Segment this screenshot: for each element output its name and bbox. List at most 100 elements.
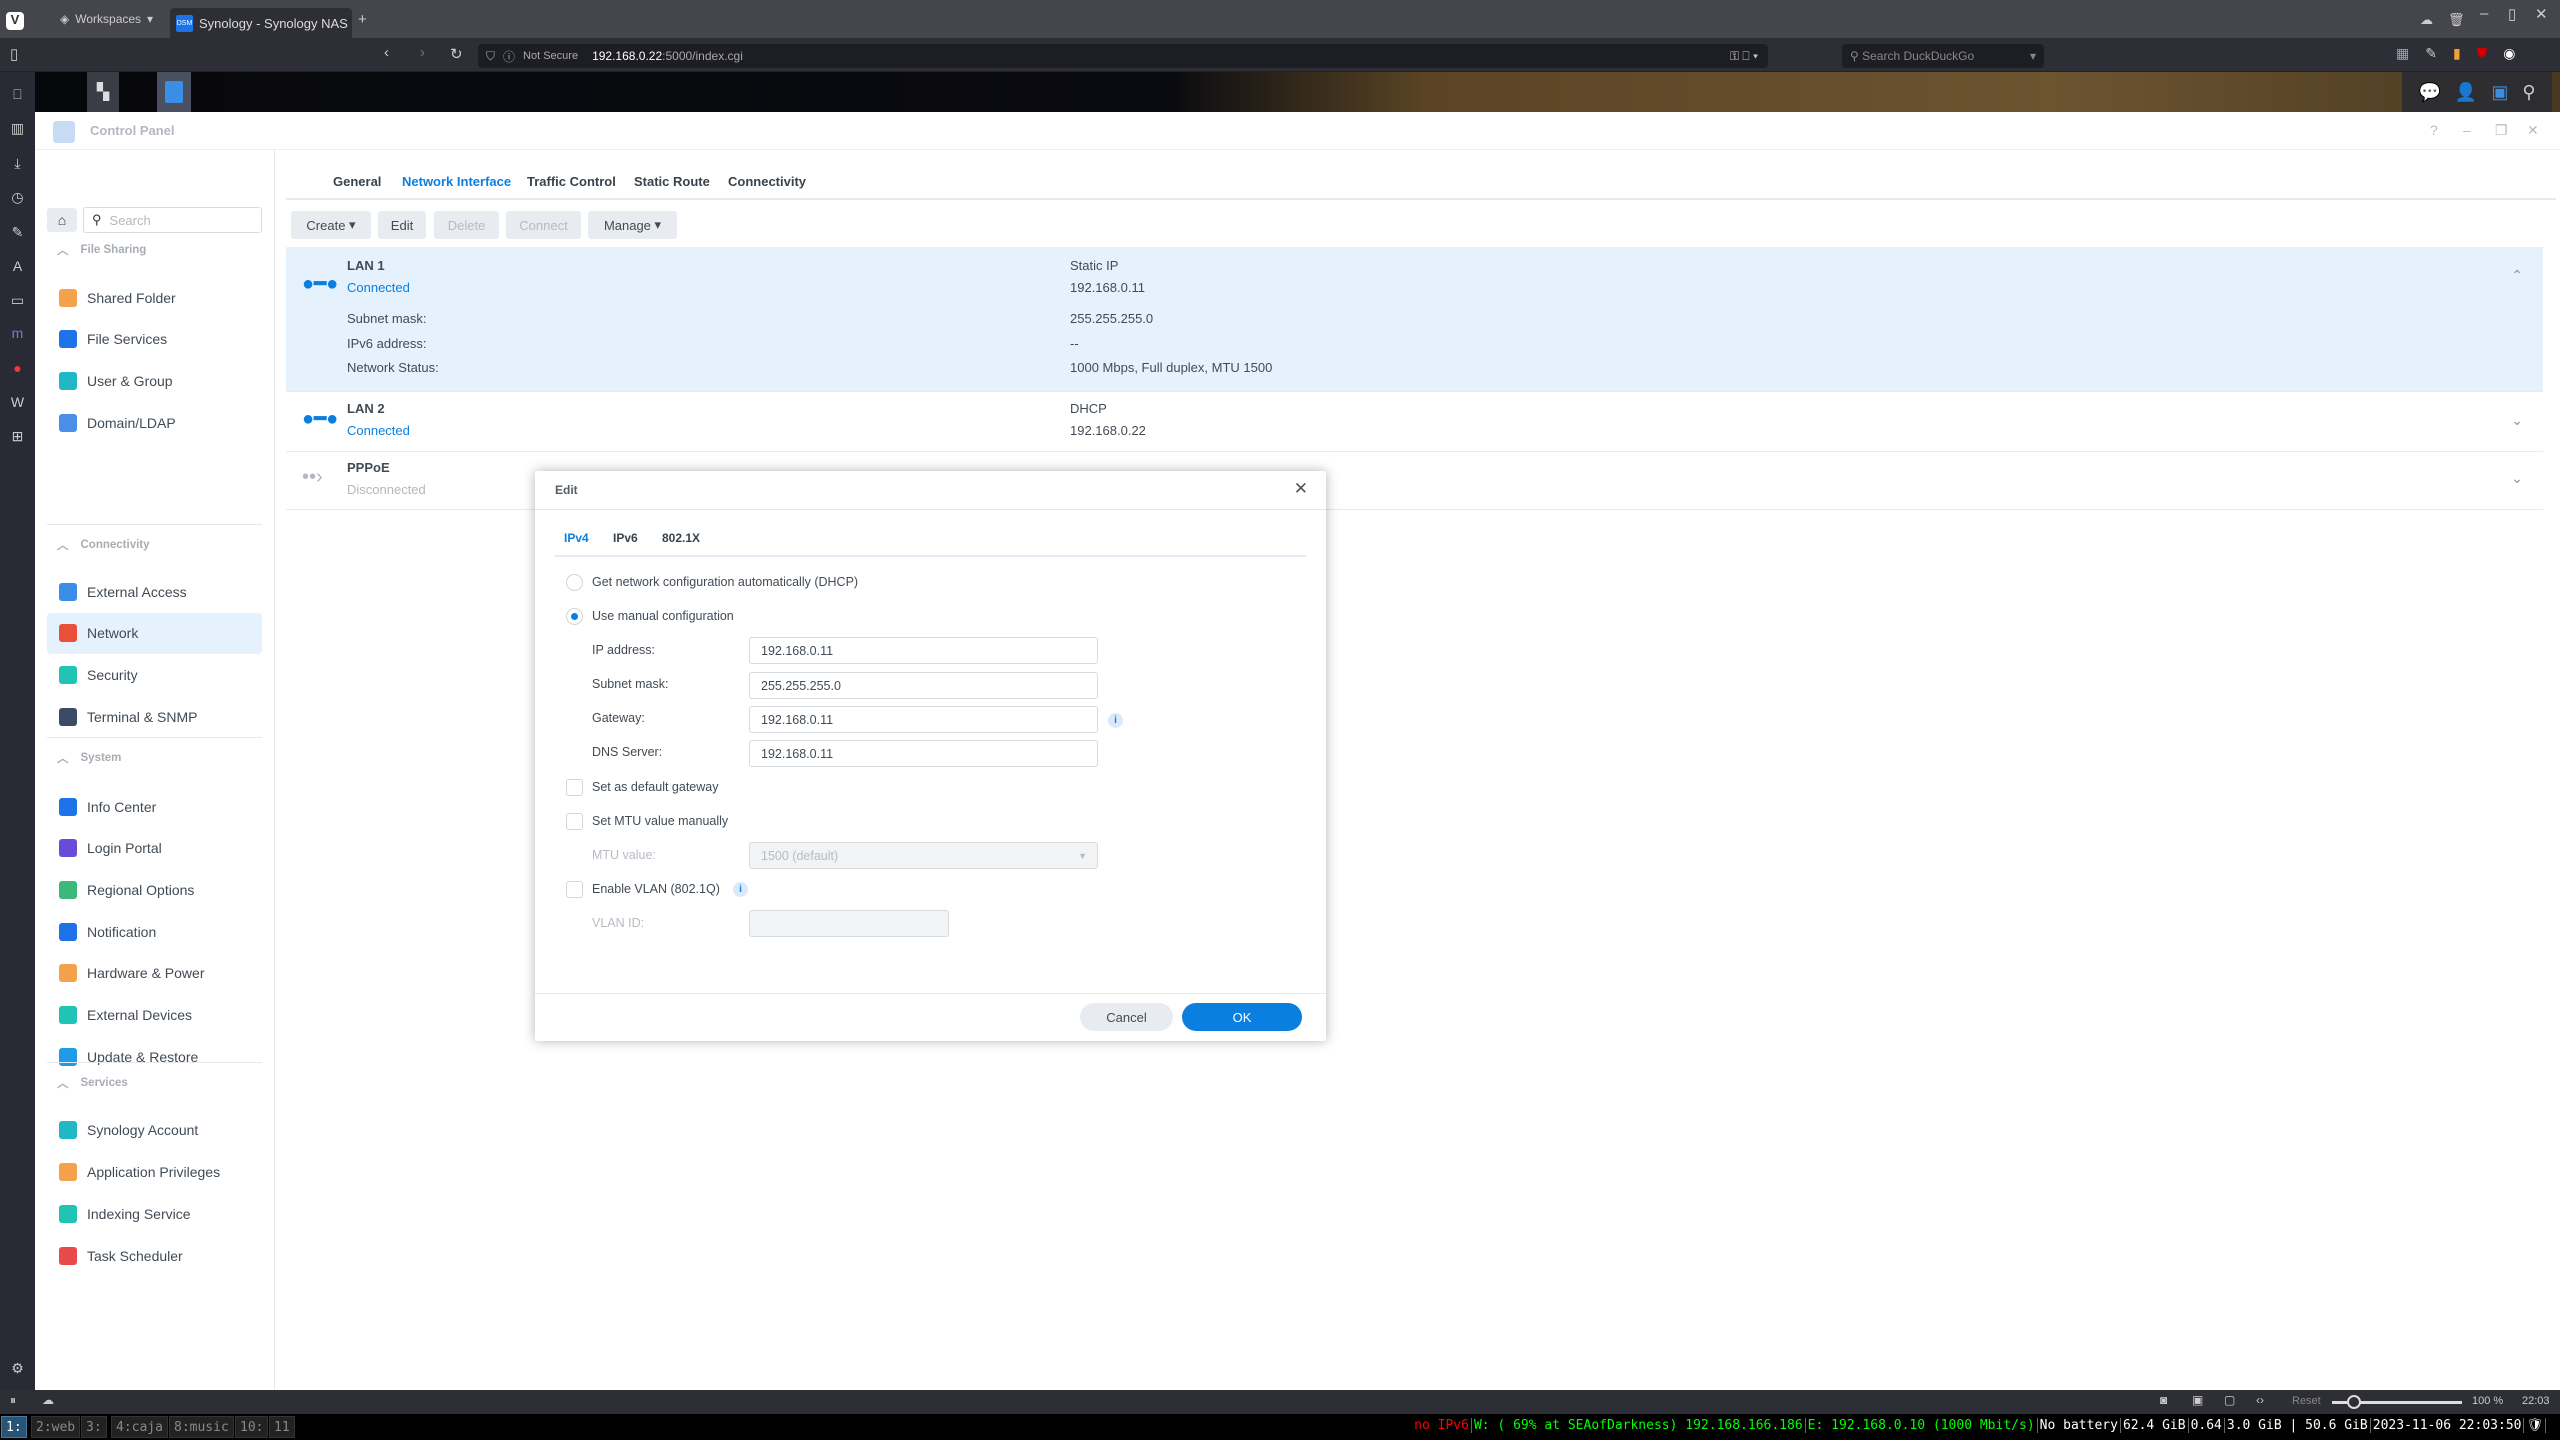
manage-button[interactable]: Manage ▾ <box>588 211 677 239</box>
ublock-icon[interactable]: ⛊ <box>2477 45 2488 62</box>
search-engine-field[interactable]: ⚲ Search DuckDuckGo ▾ <box>1842 44 2044 68</box>
sidebar-item-login-portal[interactable]: Login Portal <box>47 828 262 869</box>
interface-row-lan2[interactable]: ●━● LAN 2 Connected DHCP 192.168.0.22 ⌄ <box>286 392 2543 452</box>
default-gateway-checkbox[interactable] <box>566 779 583 796</box>
help-button[interactable]: ? <box>2430 122 2438 138</box>
control-panel-task-icon[interactable] <box>157 72 191 112</box>
info-icon[interactable]: i <box>1108 713 1123 728</box>
delete-button[interactable]: Delete <box>434 211 499 239</box>
gateway-input[interactable]: 192.168.0.11 <box>749 706 1098 733</box>
tab-traffic-control[interactable]: Traffic Control <box>527 174 616 189</box>
user-icon[interactable]: 👤 <box>2455 82 2477 103</box>
cloud-icon[interactable]: ☁ <box>2420 12 2433 28</box>
create-button[interactable]: Create ▾ <box>291 211 371 239</box>
forward-button[interactable]: › <box>420 44 425 61</box>
bookmarks-icon[interactable]: ⎕ <box>8 86 27 105</box>
add-panel-icon[interactable]: ⊞ <box>8 428 27 447</box>
sidebar-item-regional-options[interactable]: Regional Options <box>47 869 262 910</box>
sidebar-item-network[interactable]: Network <box>47 612 262 654</box>
tiling-icon[interactable]: ▢ <box>2224 1393 2235 1407</box>
sidebar-item-security[interactable]: Security <box>47 654 262 695</box>
images-icon[interactable]: ▣ <box>2192 1393 2203 1407</box>
workspace-button[interactable]: 2:web <box>31 1416 81 1438</box>
mtu-value-select[interactable]: 1500 (default) ▼ <box>749 842 1098 869</box>
home-button[interactable]: ⌂ <box>47 208 77 232</box>
tab-static-route[interactable]: Static Route <box>634 174 710 189</box>
edit-button[interactable]: Edit <box>378 211 426 239</box>
chevron-up-icon[interactable]: ⌃ <box>2511 267 2523 284</box>
sidebar-item-file-services[interactable]: File Services <box>47 319 262 360</box>
maximize-button[interactable]: ▯ <box>2508 5 2516 23</box>
sidebar-item-terminal-snmp[interactable]: Terminal & SNMP <box>47 696 262 737</box>
downloads-icon[interactable]: ⤓ <box>8 155 27 174</box>
tab-8021x[interactable]: 802.1X <box>662 531 700 545</box>
ok-button[interactable]: OK <box>1182 1003 1302 1031</box>
history-icon[interactable]: ◷ <box>8 189 27 208</box>
close-window-button[interactable]: ✕ <box>2535 5 2548 23</box>
minimize-button[interactable]: – <box>2463 122 2471 138</box>
sidebar-item-external-devices[interactable]: External Devices <box>47 995 262 1036</box>
tab-network-interface[interactable]: Network Interface <box>402 174 511 189</box>
sidebar-item-external-access[interactable]: External Access <box>47 571 262 612</box>
cancel-button[interactable]: Cancel <box>1080 1003 1173 1031</box>
vlan-id-input[interactable] <box>749 910 949 937</box>
reading-list-icon[interactable]: ▥ <box>8 120 27 139</box>
interface-row-lan1[interactable]: ●━● LAN 1 Connected Subnet mask: IPv6 ad… <box>286 247 2543 392</box>
tab-ipv4[interactable]: IPv4 <box>564 531 589 545</box>
zoom-slider[interactable] <box>2332 1395 2462 1409</box>
panel-toggle-icon[interactable]: ▯ <box>10 45 18 63</box>
main-menu-icon[interactable]: ▚ <box>87 72 119 112</box>
minimize-button[interactable]: – <box>2480 5 2488 22</box>
workspace-button[interactable]: 11 <box>269 1416 295 1438</box>
sidebar-item-indexing-service[interactable]: Indexing Service <box>47 1193 262 1234</box>
dns-server-input[interactable]: 192.168.0.11 <box>749 740 1098 767</box>
extension-icon[interactable]: ▦ <box>2396 45 2409 62</box>
info-icon[interactable]: i <box>733 882 748 897</box>
mtu-manual-checkbox[interactable] <box>566 813 583 830</box>
sidebar-item-hardware-power[interactable]: Hardware & Power <box>47 953 262 994</box>
capture-icon[interactable]: ◙ <box>2160 1393 2167 1407</box>
tab-synology[interactable]: DSM Synology - Synology NAS <box>170 8 352 38</box>
settings-gear-icon[interactable]: ⚙ <box>8 1360 27 1379</box>
sidebar-item-domain-ldap[interactable]: Domain/LDAP <box>47 402 262 443</box>
workspace-button[interactable]: 1: <box>1 1416 27 1438</box>
close-icon[interactable]: ✕ <box>1294 479 1308 499</box>
translate-icon[interactable]: A <box>8 258 27 277</box>
sidebar-item-application-privileges[interactable]: Application Privileges <box>47 1151 262 1192</box>
sidebar-item-synology-account[interactable]: Synology Account <box>47 1109 262 1150</box>
zoom-reset-button[interactable]: Reset <box>2292 1395 2321 1407</box>
profile-avatar[interactable]: ◉ <box>2503 45 2515 62</box>
sync-cloud-icon[interactable]: ☁ <box>42 1393 54 1407</box>
chevron-down-icon[interactable]: ⌄ <box>2511 412 2523 429</box>
ip-address-input[interactable]: 192.168.0.11 <box>749 637 1098 664</box>
trash-icon[interactable]: 🗑 <box>2448 12 2465 28</box>
workspace-button[interactable]: 3: <box>81 1416 107 1438</box>
tab-connectivity[interactable]: Connectivity <box>728 174 806 189</box>
workspace-button[interactable]: 4:caja <box>111 1416 168 1438</box>
sidebar-item-notification[interactable]: Notification <box>47 911 262 952</box>
tab-general[interactable]: General <box>333 174 381 189</box>
subnet-mask-input[interactable]: 255.255.255.0 <box>749 672 1098 699</box>
sidebar-item-user-group[interactable]: User & Group <box>47 360 262 401</box>
enable-vlan-checkbox[interactable] <box>566 881 583 898</box>
restore-button[interactable]: ❐ <box>2495 122 2508 139</box>
new-tab-button[interactable]: + <box>358 11 367 28</box>
close-button[interactable]: ✕ <box>2527 122 2539 139</box>
reload-button[interactable]: ↻ <box>450 45 463 63</box>
key-icon[interactable]: ⚿ ⎕ ▾ <box>1730 49 1758 64</box>
chevron-down-icon[interactable]: ⌄ <box>2511 470 2523 487</box>
sidebar-search-input[interactable]: ⚲ Search <box>83 207 262 233</box>
dropdown-icon[interactable]: ▾ <box>2030 49 2036 63</box>
workspace-button[interactable]: 10: <box>235 1416 269 1438</box>
vivaldi-menu-icon[interactable]: V <box>6 12 24 30</box>
manual-config-radio[interactable] <box>566 608 583 625</box>
url-field[interactable]: ⛉ ⓘ Not Secure 192.168.0.22:5000/index.c… <box>478 44 1768 68</box>
window-icon[interactable]: ▭ <box>8 292 27 311</box>
workspace-button[interactable]: 8:music <box>169 1416 234 1438</box>
panel-toggle-icon[interactable]: ⏸ <box>10 1393 16 1408</box>
connect-button[interactable]: Connect <box>506 211 581 239</box>
extension-icon[interactable]: ▮ <box>2453 45 2461 62</box>
vivaldi-icon[interactable]: ● <box>8 360 27 379</box>
dhcp-radio[interactable] <box>566 574 583 591</box>
tray-icon[interactable]: 🛡 <box>2524 1418 2546 1433</box>
